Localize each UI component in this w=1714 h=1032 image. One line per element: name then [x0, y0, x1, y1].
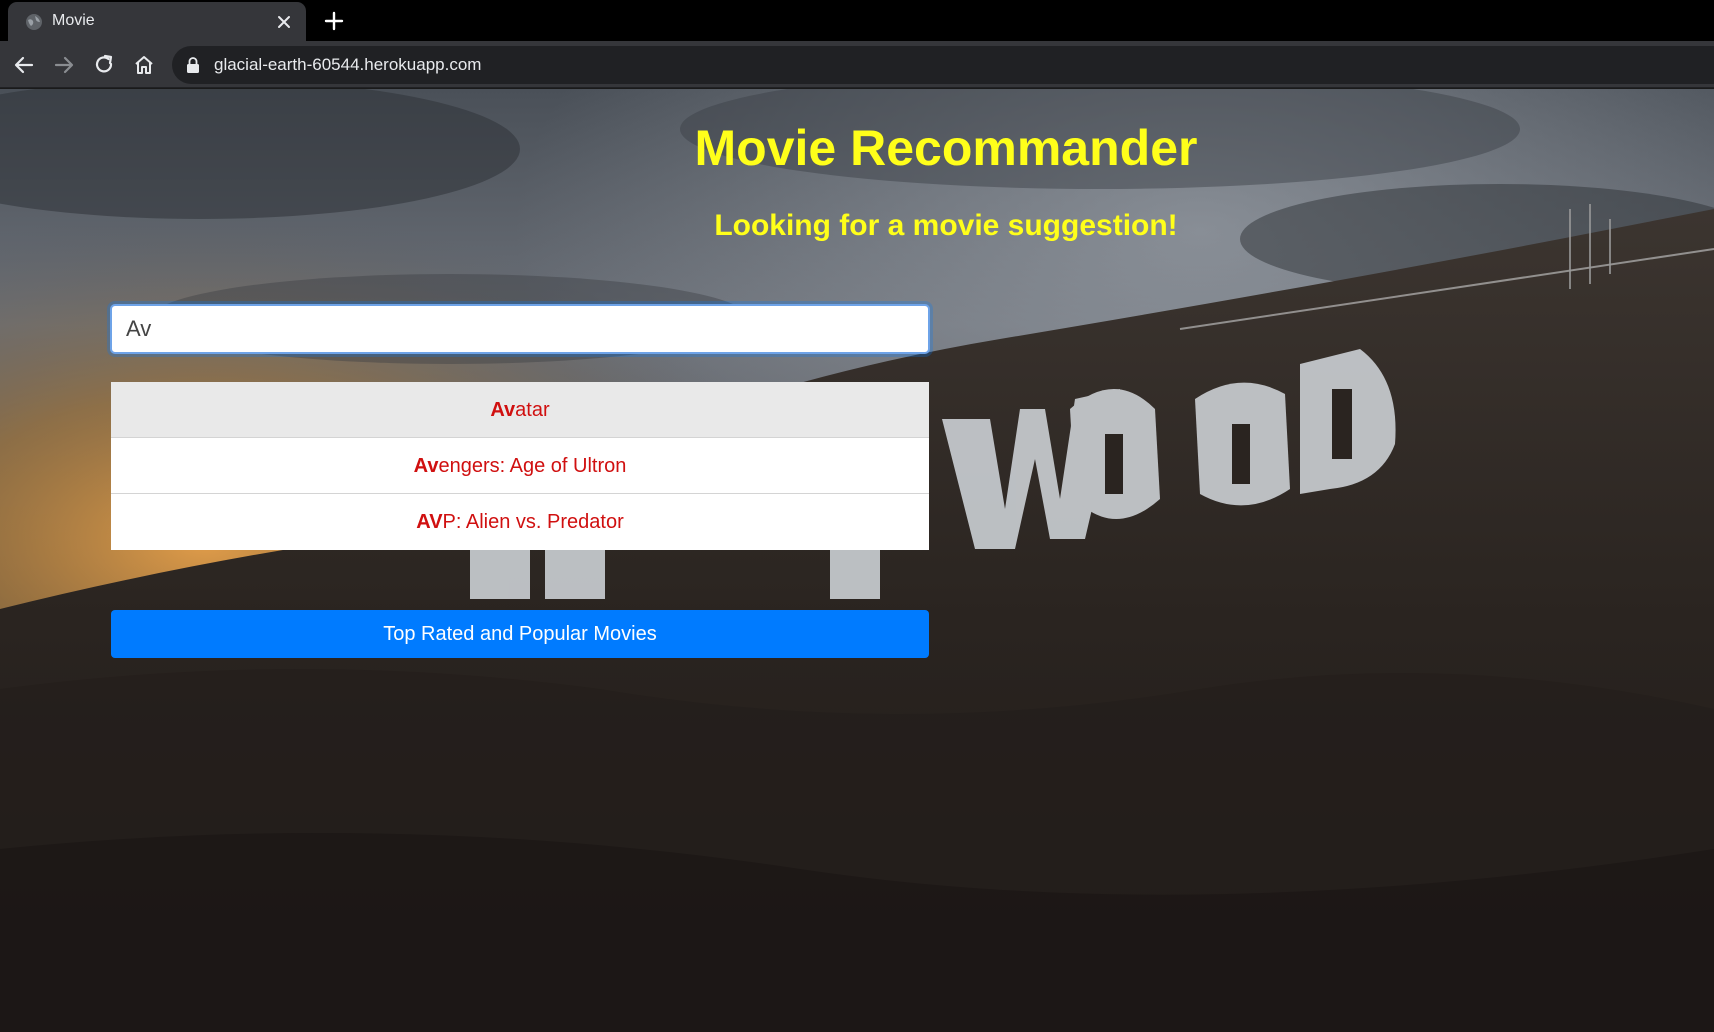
browser-tab[interactable]: Movie [8, 2, 306, 41]
suggestion-item[interactable]: AVP: Alien vs. Predator [111, 494, 929, 550]
top-rated-movies-button[interactable]: Top Rated and Popular Movies [111, 610, 929, 658]
tab-title: Movie [52, 12, 95, 29]
lock-icon [187, 57, 199, 73]
browser-tab-strip: Movie [0, 0, 1714, 41]
browser-toolbar: glacial-earth-60544.herokuapp.com [0, 41, 1714, 88]
url-text: glacial-earth-60544.herokuapp.com [214, 55, 482, 74]
suggestion-rest: atar [515, 399, 550, 421]
suggestion-rest: P: Alien vs. Predator [442, 511, 624, 533]
back-arrow-icon[interactable] [11, 52, 37, 78]
suggestion-match: Av [413, 455, 439, 477]
page-viewport: Movie Recommander Looking for a movie su… [0, 89, 1714, 1032]
reload-icon[interactable] [91, 52, 117, 78]
globe-icon [26, 14, 42, 30]
suggestion-item[interactable]: Avengers: Age of Ultron [111, 438, 929, 494]
movie-search-input[interactable] [110, 304, 930, 354]
suggestion-match: Av [490, 399, 516, 421]
suggestion-item[interactable]: Avatar [111, 382, 929, 438]
new-tab-icon[interactable] [322, 9, 346, 33]
address-bar[interactable]: glacial-earth-60544.herokuapp.com [172, 46, 1714, 84]
page-title: Movie Recommander [694, 120, 1198, 176]
autocomplete-list: Avatar Avengers: Age of Ultron AVP: Alie… [111, 382, 929, 550]
suggestion-match: AV [416, 511, 443, 533]
home-icon[interactable] [131, 52, 157, 78]
close-icon[interactable] [274, 12, 294, 32]
forward-arrow-icon[interactable] [51, 52, 77, 78]
page-subtitle: Looking for a movie suggestion! [714, 209, 1178, 242]
suggestion-rest: engers: Age of Ultron [438, 455, 627, 477]
